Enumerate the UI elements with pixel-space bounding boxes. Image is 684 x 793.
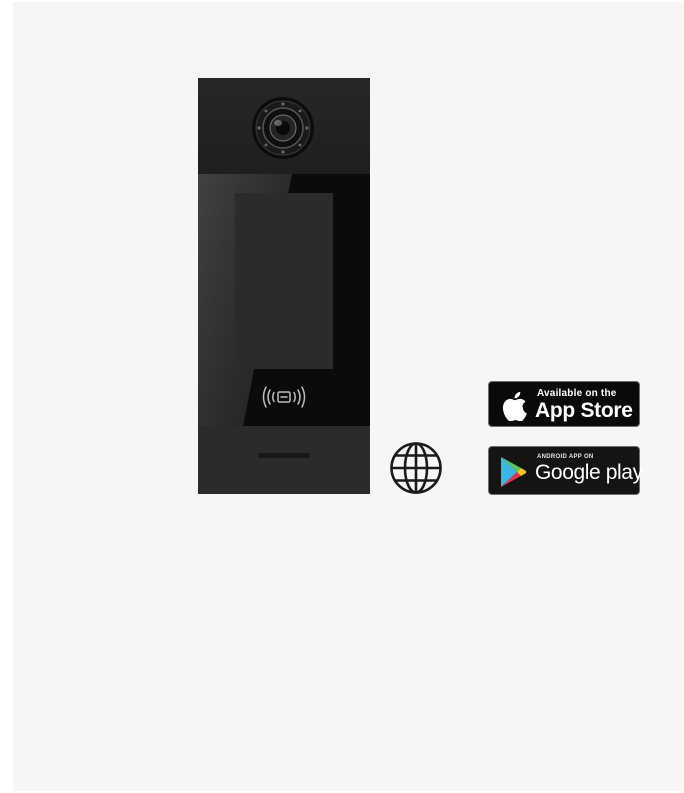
app-store-big-text: App Store: [535, 399, 633, 422]
globe-icon: [390, 442, 442, 494]
google-play-small-text: ANDROID APP ON: [537, 454, 594, 460]
panel-speaker-section: [198, 426, 370, 494]
rfid-reader-icon: [262, 386, 306, 408]
apple-icon: [502, 391, 527, 421]
google-play-badge[interactable]: ANDROID APP ON Google play: [488, 446, 643, 495]
google-play-big-text: Google play: [535, 461, 643, 484]
speaker-grille: [258, 453, 310, 458]
camera-lens-icon: [252, 97, 314, 159]
app-store-badge[interactable]: Available on the App Store: [488, 381, 640, 427]
google-play-icon: [501, 457, 526, 487]
door-station-panel: [198, 78, 370, 494]
display-screen: [235, 193, 333, 369]
app-store-small-text: Available on the: [537, 388, 617, 399]
